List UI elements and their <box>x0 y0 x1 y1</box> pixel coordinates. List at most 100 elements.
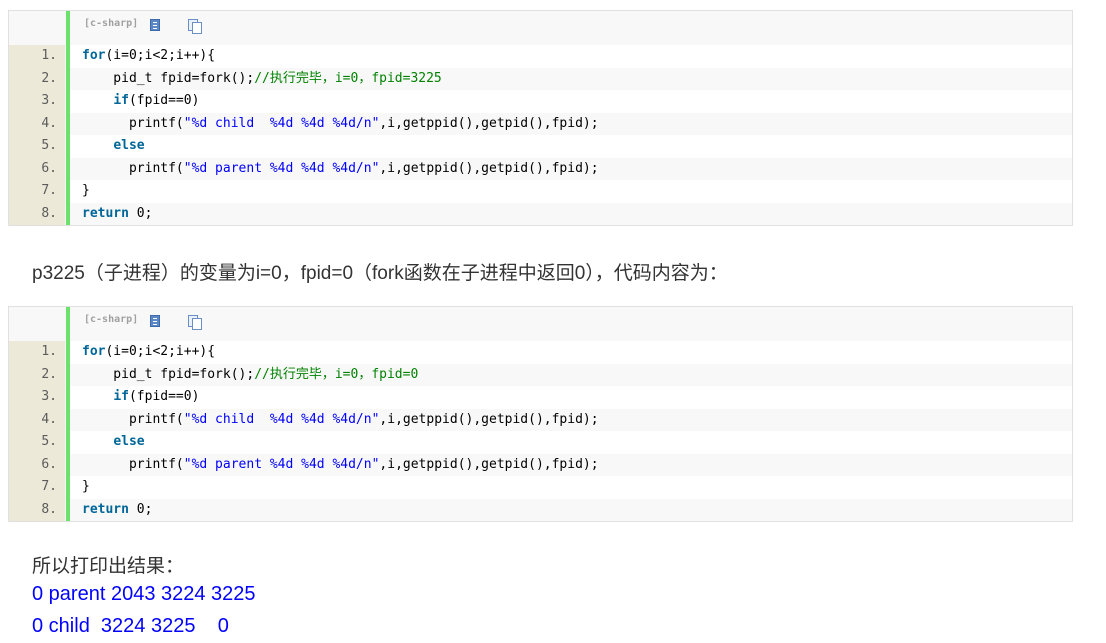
keyword-token: for <box>82 344 106 359</box>
code-text: for(i=0;i<2;i++){ <box>66 45 1072 68</box>
code-token: 0; <box>128 205 153 221</box>
code-line: 5. else <box>9 431 1072 454</box>
copy-to-clipboard-icon[interactable] <box>188 315 202 330</box>
code-text: if(fpid==0) <box>66 90 1072 113</box>
code-line: 1. for(i=0;i<2;i++){ <box>9 341 1072 364</box>
code-line: 5. else <box>9 135 1072 158</box>
line-number: 5. <box>9 431 65 454</box>
line-number: 6. <box>9 453 65 476</box>
code-token: printf( <box>82 160 184 176</box>
code-line: 2. pid_t fpid=fork();//执行完毕，i=0，fpid=0 <box>9 363 1072 386</box>
code-token: (fpid==0) <box>128 93 200 108</box>
keyword-token: else <box>113 434 145 449</box>
line-number: 8. <box>9 202 65 225</box>
string-token: "%d parent %4d %4d %4d/n" <box>183 160 380 176</box>
code-text: printf("%d child %4d %4d %4d/n",i,getppi… <box>66 408 1072 431</box>
comment-token: //执行完毕，i=0，fpid=0 <box>254 366 419 382</box>
comment-token: //执行完毕，i=0，fpid=3225 <box>254 70 442 86</box>
code-text: else <box>66 431 1072 454</box>
code-block-1: [c-sharp] 1. for(i=0;i<2;i++){2. pid_t fp… <box>8 10 1073 226</box>
code-line: 4. printf("%d child %4d %4d %4d/n",i,get… <box>9 112 1072 135</box>
line-number: 1. <box>9 341 65 364</box>
line-number: 8. <box>9 498 65 521</box>
result-line: 0 parent 2043 3224 3225 <box>32 583 256 605</box>
code-text: pid_t fpid=fork();//执行完毕，i=0，fpid=3225 <box>66 67 1072 90</box>
language-label[interactable]: [c-sharp] <box>84 314 138 325</box>
code-text: printf("%d child %4d %4d %4d/n",i,getppi… <box>66 112 1072 135</box>
code-line: 8. return 0; <box>9 202 1072 225</box>
code-text: } <box>66 180 1072 203</box>
code-token: printf( <box>82 411 184 427</box>
code-token: pid_t fpid=fork(); <box>82 366 255 382</box>
code-token: ,i,getppid(),getpid(),fpid); <box>379 411 599 427</box>
code-line: 3. if(fpid==0) <box>9 386 1072 409</box>
code-token: ,i,getppid(),getpid(),fpid); <box>379 115 599 131</box>
language-label[interactable]: [c-sharp] <box>84 18 138 29</box>
copy-to-clipboard-icon[interactable] <box>188 19 202 34</box>
code-toolbar: [c-sharp] <box>66 307 1072 341</box>
code-token: } <box>82 183 90 198</box>
code-token: printf( <box>82 115 184 131</box>
line-number: 4. <box>9 408 65 431</box>
line-number: 2. <box>9 67 65 90</box>
line-number: 7. <box>9 180 65 203</box>
paragraph-output-intro: 所以打印出结果： <box>32 556 185 577</box>
code-line: 4. printf("%d child %4d %4d %4d/n",i,get… <box>9 408 1072 431</box>
code-text: } <box>66 476 1072 499</box>
code-text: return 0; <box>66 202 1072 225</box>
code-text: pid_t fpid=fork();//执行完毕，i=0，fpid=0 <box>66 363 1072 386</box>
line-number: 7. <box>9 476 65 499</box>
code-line: 6. printf("%d parent %4d %4d %4d/n",i,ge… <box>9 453 1072 476</box>
code-token: ,i,getppid(),getpid(),fpid); <box>379 160 599 176</box>
code-text: for(i=0;i<2;i++){ <box>66 341 1072 364</box>
code-text: printf("%d parent %4d %4d %4d/n",i,getpp… <box>66 453 1072 476</box>
string-token: "%d child %4d %4d %4d/n" <box>183 115 380 131</box>
code-text: else <box>66 135 1072 158</box>
keyword-token: return <box>82 205 129 221</box>
code-line: 2. pid_t fpid=fork();//执行完毕，i=0，fpid=322… <box>9 67 1072 90</box>
code-block-2: [c-sharp] 1. for(i=0;i<2;i++){2. pid_t fp… <box>8 306 1073 522</box>
code-token: printf( <box>82 456 184 472</box>
code-line: 6. printf("%d parent %4d %4d %4d/n",i,ge… <box>9 157 1072 180</box>
code-toolbar: [c-sharp] <box>66 11 1072 45</box>
line-number: 1. <box>9 45 65 68</box>
keyword-token: for <box>82 48 106 63</box>
keyword-token: else <box>113 138 145 153</box>
code-line: 1. for(i=0;i<2;i++){ <box>9 45 1072 68</box>
code-line: 7.} <box>9 476 1072 499</box>
code-text: printf("%d parent %4d %4d %4d/n",i,getpp… <box>66 157 1072 180</box>
code-token: (i=0;i<2;i++){ <box>105 48 216 63</box>
keyword-token: if <box>113 389 129 404</box>
keyword-token: return <box>82 501 129 517</box>
line-number: 5. <box>9 135 65 158</box>
code-token: (fpid==0) <box>128 389 200 404</box>
code-line: 7.} <box>9 180 1072 203</box>
result-line: 0 child 3224 3225 0 <box>32 615 229 637</box>
code-token: } <box>82 479 90 494</box>
code-line: 3. if(fpid==0) <box>9 90 1072 113</box>
line-number: 4. <box>9 112 65 135</box>
code-line: 8. return 0; <box>9 498 1072 521</box>
line-number: 2. <box>9 363 65 386</box>
code-lines: 1. for(i=0;i<2;i++){2. pid_t fpid=fork();… <box>9 341 1072 521</box>
string-token: "%d parent %4d %4d %4d/n" <box>183 456 380 472</box>
code-token: (i=0;i<2;i++){ <box>105 344 216 359</box>
code-text: if(fpid==0) <box>66 386 1072 409</box>
code-lines: 1. for(i=0;i<2;i++){2. pid_t fpid=fork();… <box>9 45 1072 225</box>
code-token: ,i,getppid(),getpid(),fpid); <box>379 456 599 472</box>
code-token: pid_t fpid=fork(); <box>82 70 255 86</box>
paragraph-child-process: p3225（子进程）的变量为i=0，fpid=0（fork函数在子进程中返回0）… <box>32 263 728 284</box>
code-token: 0; <box>128 501 153 517</box>
line-number: 3. <box>9 90 65 113</box>
string-token: "%d child %4d %4d %4d/n" <box>183 411 380 427</box>
code-text: return 0; <box>66 498 1072 521</box>
keyword-token: if <box>113 93 129 108</box>
view-source-icon[interactable] <box>150 315 160 327</box>
line-number: 3. <box>9 386 65 409</box>
view-source-icon[interactable] <box>150 19 160 31</box>
line-number: 6. <box>9 157 65 180</box>
